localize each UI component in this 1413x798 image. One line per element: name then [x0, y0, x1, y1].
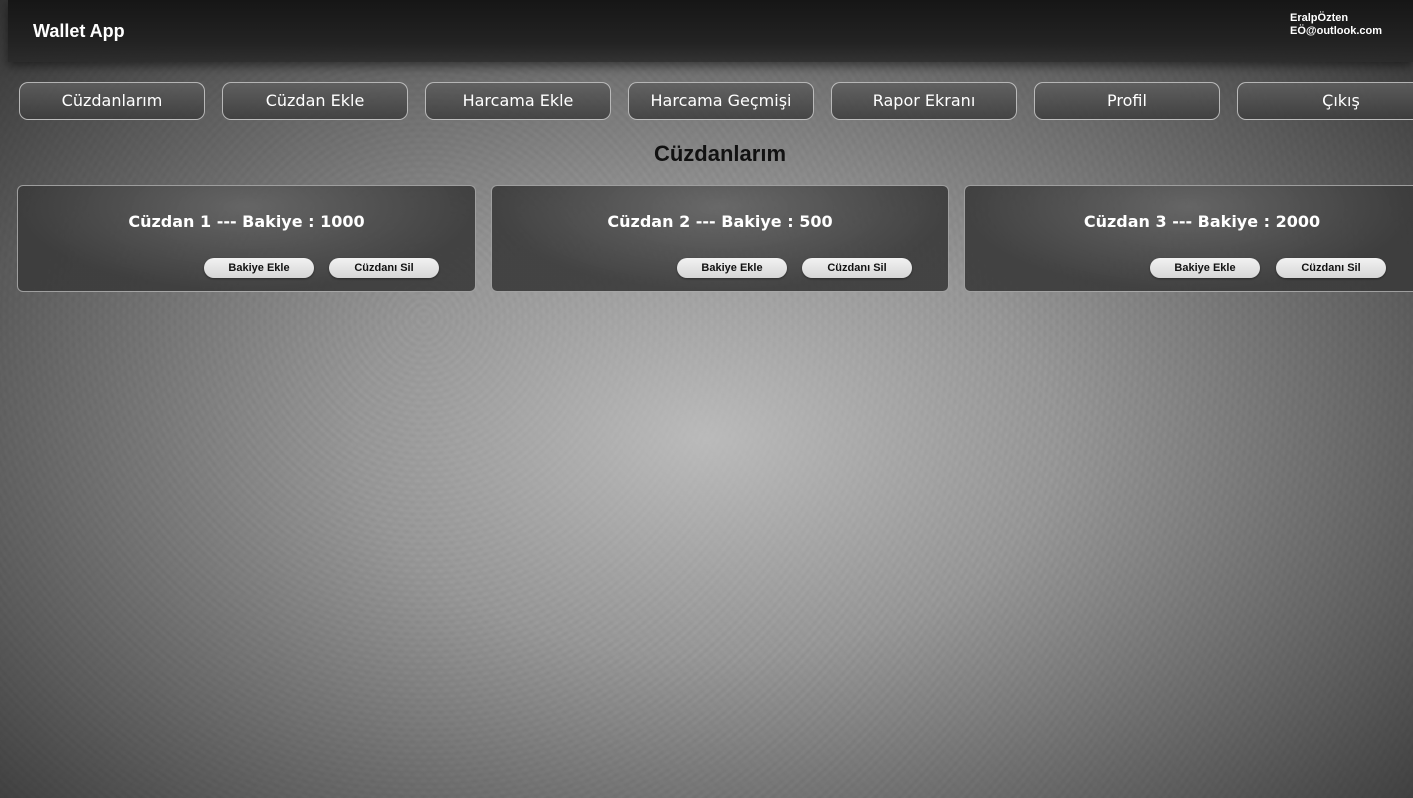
app-header: Wallet App EralpÖzten EÖ@outlook.com [8, 0, 1413, 62]
nav-button-harcama-ekle[interactable]: Harcama Ekle [425, 82, 611, 120]
add-balance-button[interactable]: Bakiye Ekle [1150, 258, 1260, 278]
delete-wallet-button[interactable]: Cüzdanı Sil [802, 258, 912, 278]
wallet-card-1: Cüzdan 1 --- Bakiye : 1000 Bakiye Ekle C… [17, 185, 476, 292]
wallet-card-title: Cüzdan 2 --- Bakiye : 500 [607, 212, 833, 231]
main-nav: Cüzdanlarım Cüzdan Ekle Harcama Ekle Har… [0, 82, 1413, 120]
wallet-card-title: Cüzdan 1 --- Bakiye : 1000 [128, 212, 365, 231]
add-balance-button[interactable]: Bakiye Ekle [204, 258, 314, 278]
user-name: EralpÖzten [1290, 12, 1349, 24]
nav-button-cuzdanlarim[interactable]: Cüzdanlarım [19, 82, 205, 120]
nav-button-cuzdan-ekle[interactable]: Cüzdan Ekle [222, 82, 408, 120]
nav-button-rapor-ekrani[interactable]: Rapor Ekranı [831, 82, 1017, 120]
nav-button-cikis[interactable]: Çıkış [1237, 82, 1413, 120]
wallet-card-3: Cüzdan 3 --- Bakiye : 2000 Bakiye Ekle C… [964, 185, 1413, 292]
app-title: Wallet App [33, 21, 125, 41]
nav-button-profil[interactable]: Profil [1034, 82, 1220, 120]
delete-wallet-button[interactable]: Cüzdanı Sil [1276, 258, 1386, 278]
page-title: Cüzdanlarım [653, 141, 787, 166]
wallet-card-2: Cüzdan 2 --- Bakiye : 500 Bakiye Ekle Cü… [491, 185, 949, 292]
wallet-card-title: Cüzdan 3 --- Bakiye : 2000 [1083, 212, 1321, 231]
nav-button-harcama-gecmisi[interactable]: Harcama Geçmişi [628, 82, 814, 120]
delete-wallet-button[interactable]: Cüzdanı Sil [329, 258, 439, 278]
add-balance-button[interactable]: Bakiye Ekle [677, 258, 787, 278]
user-email: EÖ@outlook.com [1290, 25, 1383, 37]
user-info: EralpÖzten EÖ@outlook.com [1290, 12, 1382, 38]
